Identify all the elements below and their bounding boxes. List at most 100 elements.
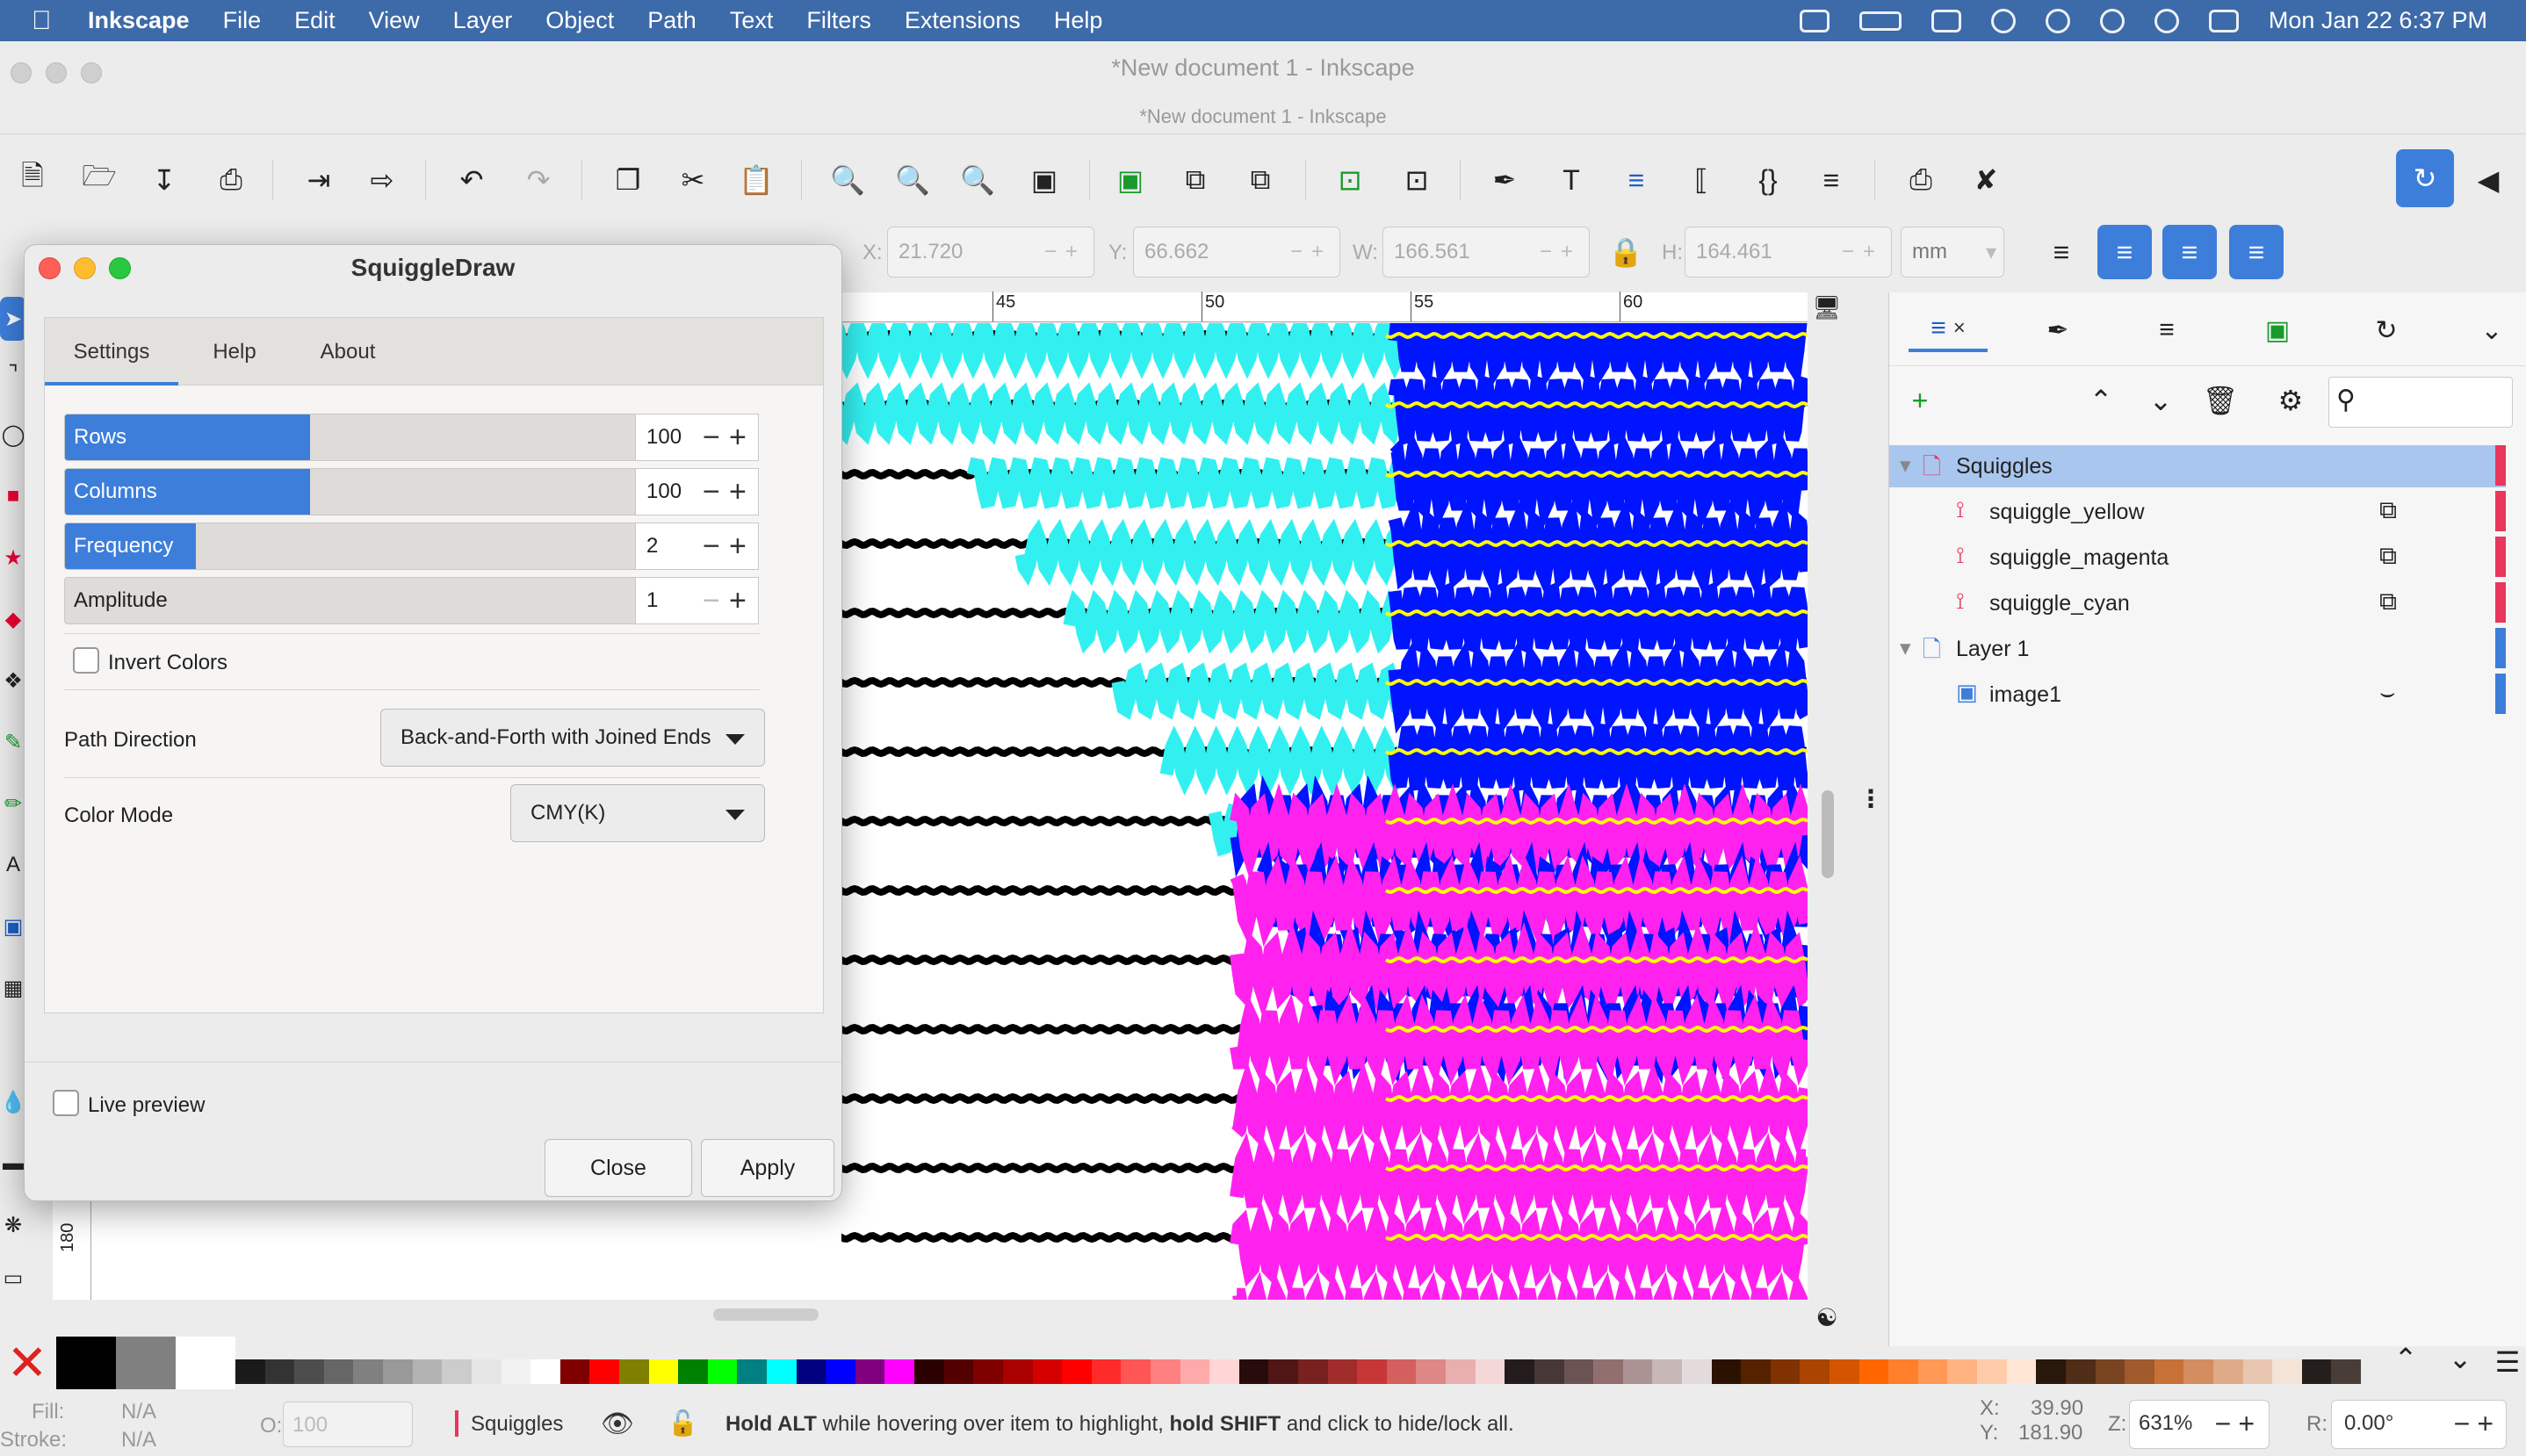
swatch[interactable] bbox=[1534, 1359, 1564, 1384]
layer-row-squiggle-yellow[interactable]: ⟟ squiggle_yellow ⧉ bbox=[1889, 491, 2506, 533]
spray-tool-icon[interactable]: ❋ bbox=[0, 1203, 26, 1247]
swatch[interactable] bbox=[1121, 1359, 1151, 1384]
menu-filters[interactable]: Filters bbox=[806, 7, 871, 34]
wifi-icon[interactable] bbox=[1990, 8, 2016, 33]
expand-arrow-icon[interactable]: ▾ bbox=[1900, 635, 1911, 661]
columns-decrement-icon[interactable]: − bbox=[703, 474, 720, 509]
swatch[interactable] bbox=[2154, 1359, 2184, 1384]
snap-tab-icon[interactable]: ↻ bbox=[2360, 308, 2413, 352]
display-mode-icon[interactable]: 🖥 bbox=[1809, 290, 1844, 325]
rotate-field[interactable]: 0.00° −+ bbox=[2331, 1400, 2507, 1449]
undo-icon[interactable]: ↶ bbox=[450, 158, 494, 202]
swatch[interactable] bbox=[2242, 1359, 2273, 1384]
delete-icon[interactable]: 🗑 bbox=[2198, 378, 2242, 422]
no-paint-swatch-icon[interactable]: ✕ bbox=[0, 1335, 54, 1390]
amplitude-slider[interactable]: Amplitude bbox=[64, 577, 636, 624]
swatch[interactable] bbox=[2301, 1359, 2332, 1384]
menu-app-name[interactable]: Inkscape bbox=[88, 7, 190, 34]
dock-handle-icon[interactable]: ⋮ bbox=[1858, 787, 1883, 821]
export-icon[interactable]: ⇨ bbox=[360, 158, 404, 202]
swatch[interactable] bbox=[2036, 1359, 2067, 1384]
width-field[interactable]: 166.561 −+ bbox=[1382, 227, 1590, 278]
eraser-tool-icon[interactable]: ▭ bbox=[0, 1256, 26, 1300]
swatch[interactable] bbox=[294, 1359, 325, 1384]
swatch[interactable] bbox=[1416, 1359, 1447, 1384]
fill-stroke-icon[interactable]: ✒ bbox=[1483, 158, 1526, 202]
swatch[interactable] bbox=[1711, 1359, 1742, 1384]
columns-increment-icon[interactable]: + bbox=[729, 474, 747, 509]
swatch[interactable] bbox=[855, 1359, 885, 1384]
clone-indicator-icon[interactable]: ⧉ bbox=[2379, 587, 2397, 616]
unlink-clone-icon[interactable]: ⧉ bbox=[1238, 158, 1282, 202]
swatch[interactable] bbox=[618, 1359, 650, 1384]
opacity-field[interactable]: 100 bbox=[283, 1402, 413, 1447]
save-icon[interactable]: ↧ bbox=[142, 158, 186, 202]
move-up-icon[interactable]: ⌃ bbox=[2079, 378, 2123, 422]
control-center-icon[interactable] bbox=[2208, 9, 2239, 32]
palette-scroll-up-icon[interactable]: ⌃ bbox=[2384, 1337, 2428, 1380]
swatch[interactable] bbox=[914, 1359, 945, 1384]
swatch[interactable] bbox=[973, 1359, 1004, 1384]
swatch[interactable] bbox=[559, 1359, 590, 1384]
zoom-page-icon[interactable]: 🔍 bbox=[956, 158, 1000, 202]
selectors-css-icon[interactable]: {} bbox=[1746, 158, 1790, 202]
vertical-scrollbar[interactable] bbox=[1822, 790, 1834, 878]
layer-row-squiggle-magenta[interactable]: ⟟ squiggle_magenta ⧉ bbox=[1889, 537, 2506, 579]
swatch[interactable] bbox=[412, 1359, 443, 1384]
close-button[interactable]: Close bbox=[545, 1139, 692, 1197]
preferences-icon[interactable]: ✘ bbox=[1964, 158, 2008, 202]
rows-slider[interactable]: Rows bbox=[64, 414, 636, 461]
invert-colors-checkbox[interactable] bbox=[73, 647, 99, 674]
color-managed-icon[interactable]: ☯ bbox=[1809, 1300, 1844, 1335]
gradient-tool-icon[interactable]: ▣ bbox=[0, 905, 26, 948]
align-distribute-icon[interactable]: ≡ bbox=[1809, 158, 1853, 202]
palette-menu-icon[interactable]: ☰ bbox=[2486, 1340, 2526, 1384]
more-tabs-chevron-icon[interactable]: ⌄ bbox=[2465, 308, 2518, 352]
swatch[interactable] bbox=[1446, 1359, 1476, 1384]
document-properties-icon[interactable]: ⎙ bbox=[1899, 158, 1943, 202]
xml-editor-icon[interactable]: ⟦ bbox=[1679, 158, 1723, 202]
tab-settings[interactable]: Settings bbox=[45, 318, 178, 386]
swatch[interactable] bbox=[707, 1359, 738, 1384]
spotlight-search-icon[interactable] bbox=[2154, 8, 2179, 33]
swatch[interactable] bbox=[2272, 1359, 2303, 1384]
swatch[interactable] bbox=[1622, 1359, 1653, 1384]
swatch[interactable] bbox=[796, 1359, 826, 1384]
rows-value[interactable]: 100 bbox=[646, 425, 682, 450]
rows-decrement-icon[interactable]: − bbox=[703, 420, 720, 455]
menu-view[interactable]: View bbox=[369, 7, 420, 34]
import-icon[interactable]: ⇥ bbox=[297, 158, 341, 202]
swatch[interactable] bbox=[264, 1359, 295, 1384]
hidden-eye-icon[interactable]: ⌣ bbox=[2379, 679, 2395, 708]
open-file-icon[interactable]: 🗁 bbox=[77, 158, 121, 202]
horizontal-scrollbar[interactable] bbox=[713, 1308, 819, 1321]
height-field[interactable]: 164.461 −+ bbox=[1685, 227, 1892, 278]
layer-row-layer-1[interactable]: ▾ 🗋 Layer 1 bbox=[1889, 628, 2506, 670]
add-layer-icon[interactable]: + bbox=[1898, 378, 1942, 422]
menu-text[interactable]: Text bbox=[730, 7, 774, 34]
time-machine-icon[interactable] bbox=[2099, 8, 2125, 33]
swatch[interactable] bbox=[1917, 1359, 1948, 1384]
swatch[interactable] bbox=[1563, 1359, 1594, 1384]
swatch[interactable] bbox=[1947, 1359, 1978, 1384]
swatch[interactable] bbox=[383, 1359, 414, 1384]
swatch[interactable] bbox=[884, 1359, 915, 1384]
swatch[interactable] bbox=[1327, 1359, 1358, 1384]
swatch[interactable] bbox=[1475, 1359, 1505, 1384]
swatch[interactable] bbox=[1002, 1359, 1033, 1384]
screen-mirroring-icon[interactable] bbox=[1799, 9, 1830, 32]
selector-tool-icon[interactable]: ➤ bbox=[0, 297, 26, 341]
box-3d-tool-icon[interactable]: ◆ bbox=[0, 597, 26, 641]
path-direction-dropdown[interactable]: Back-and-Forth with Joined Ends bbox=[380, 709, 765, 767]
amplitude-decrement-icon[interactable]: − bbox=[703, 583, 720, 618]
spiral-tool-icon[interactable]: ❖ bbox=[0, 659, 26, 703]
stroke-value[interactable]: N/A bbox=[121, 1428, 156, 1452]
columns-slider[interactable]: Columns bbox=[64, 468, 636, 515]
swatch[interactable] bbox=[1741, 1359, 1772, 1384]
x-coordinate-field[interactable]: 21.720 −+ bbox=[887, 227, 1094, 278]
palette-scroll-down-icon[interactable]: ⌄ bbox=[2438, 1337, 2482, 1380]
zoom-field[interactable]: 631% −+ bbox=[2129, 1400, 2270, 1449]
swatch[interactable] bbox=[2095, 1359, 2125, 1384]
swatch[interactable] bbox=[826, 1359, 856, 1384]
amplitude-increment-icon[interactable]: + bbox=[729, 583, 747, 618]
